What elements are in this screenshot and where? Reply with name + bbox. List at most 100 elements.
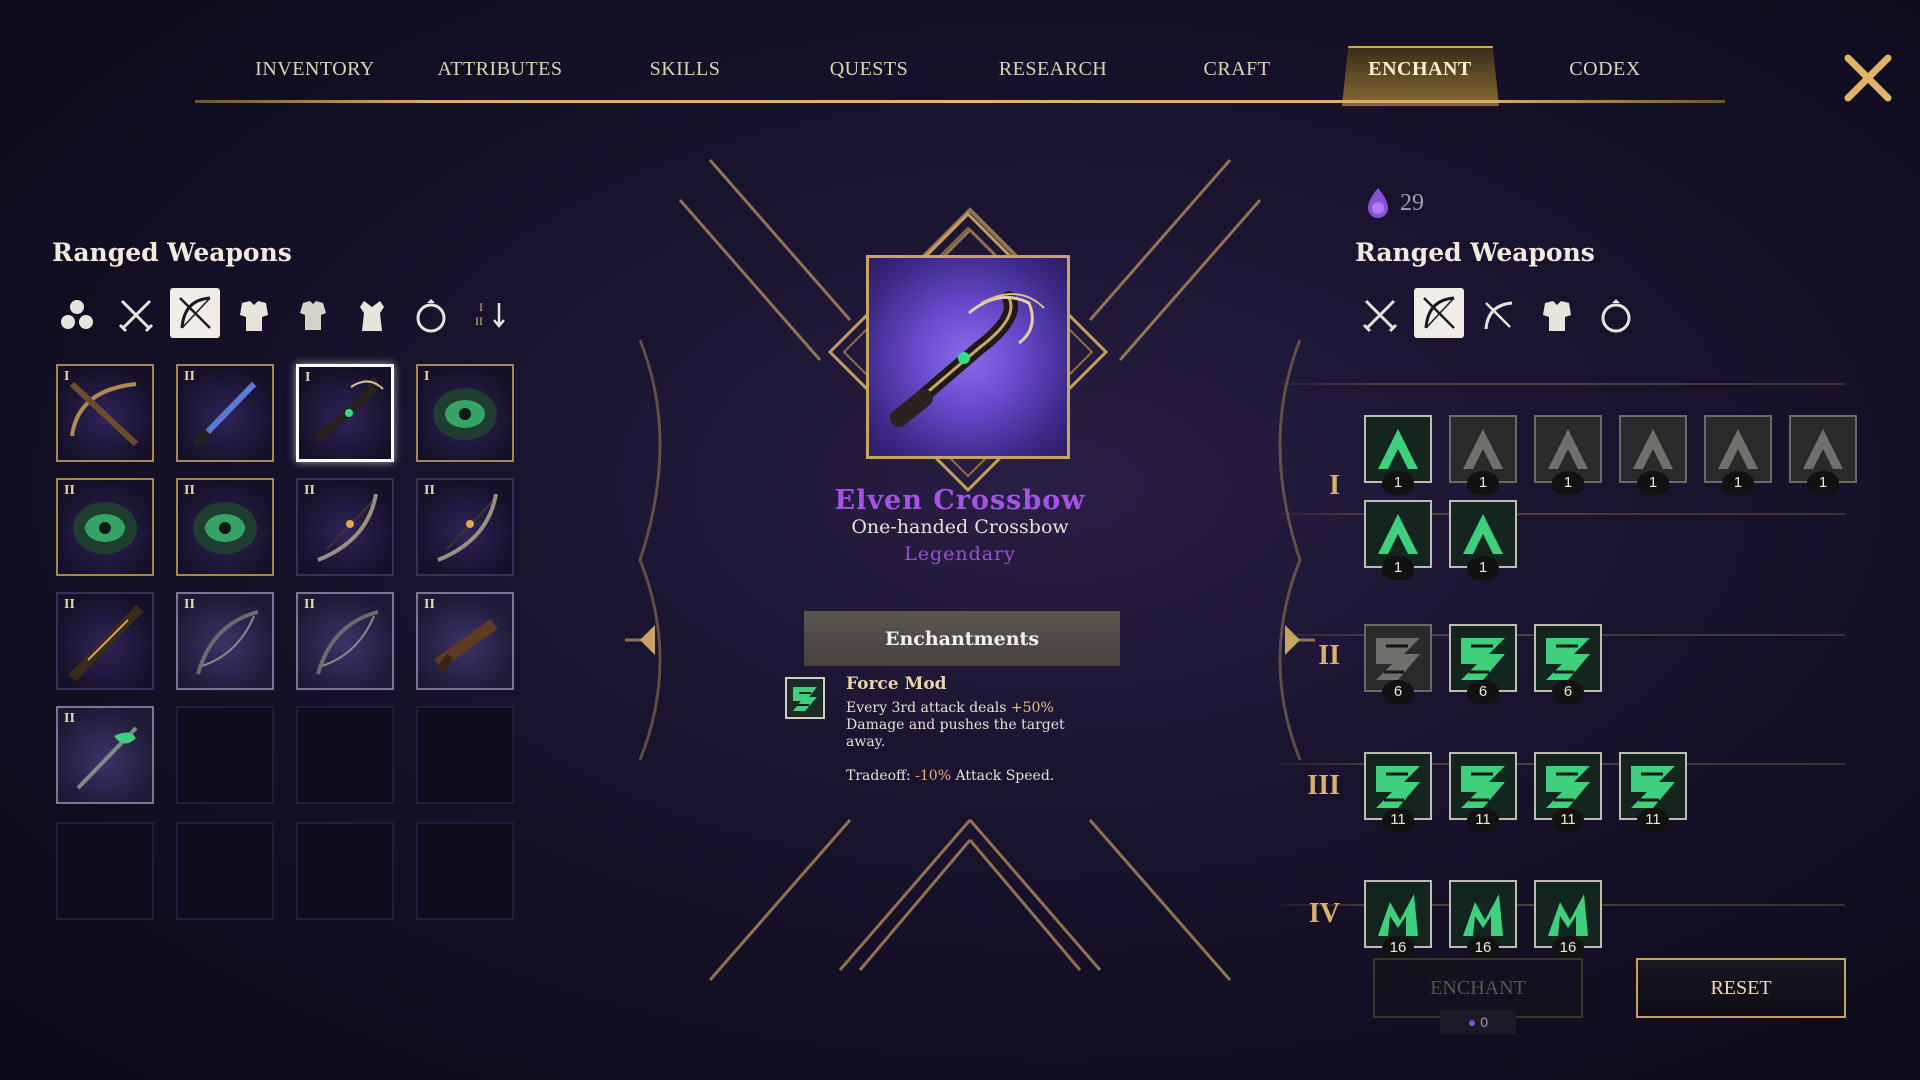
rune-cost: 16 — [1552, 936, 1584, 960]
ring-filter[interactable] — [406, 290, 456, 340]
crossbow-icon — [1484, 301, 1513, 330]
heavy-armor-icon — [1543, 301, 1571, 331]
rune-slot[interactable]: 6 — [1534, 624, 1602, 704]
inventory-slot[interactable]: I — [56, 364, 154, 462]
inventory-slot[interactable]: II — [176, 592, 274, 690]
right-melee-filter[interactable] — [1355, 290, 1405, 340]
rune-cost: 6 — [1382, 680, 1414, 704]
medium-armor-icon — [300, 301, 326, 330]
right-armor-filter[interactable] — [1532, 290, 1582, 340]
robe-icon — [360, 301, 384, 331]
force-mod-rune-icon — [785, 677, 825, 719]
enchantment-description: Every 3rd attack deals +50% Damage and p… — [846, 700, 1065, 750]
inventory-slot-empty[interactable] — [416, 706, 514, 804]
left-panel-title: Ranged Weapons — [52, 238, 292, 267]
rune-cost: 16 — [1467, 936, 1499, 960]
rune-cost: 1 — [1382, 471, 1414, 495]
rune-slot[interactable]: 16 — [1364, 880, 1432, 960]
inventory-slot[interactable]: II — [416, 478, 514, 576]
close-button[interactable] — [1842, 52, 1894, 104]
robe-filter[interactable] — [347, 290, 397, 340]
tab-craft[interactable]: CRAFT — [1162, 58, 1312, 81]
rune-slot-locked[interactable]: 1 — [1619, 415, 1687, 495]
tab-skills[interactable]: SKILLS — [610, 58, 760, 81]
right-panel-title: Ranged Weapons — [1355, 238, 1595, 267]
tier-badge: II — [64, 711, 75, 726]
tab-inventory[interactable]: INVENTORY — [240, 58, 390, 81]
helmet-icon — [418, 366, 512, 464]
inventory-slot-selected[interactable]: I — [296, 364, 394, 462]
inventory-slot[interactable]: II — [296, 478, 394, 576]
tier-label-i: I — [1329, 470, 1340, 501]
tier-badge: II — [424, 483, 435, 498]
inventory-slot-empty[interactable] — [176, 822, 274, 920]
inventory-slot-empty[interactable] — [56, 822, 154, 920]
rune-cost: 1 — [1807, 471, 1839, 495]
enchant-essence-icon — [1368, 188, 1388, 218]
right-bow-filter[interactable] — [1414, 288, 1464, 338]
rune-slot[interactable]: 11 — [1364, 752, 1432, 832]
inventory-slot[interactable]: II — [176, 364, 274, 462]
rune-cost: 6 — [1467, 680, 1499, 704]
tab-attributes[interactable]: ATTRIBUTES — [425, 58, 575, 81]
rune-slot[interactable]: 1 — [1364, 500, 1432, 580]
sort-tier-button[interactable]: I II — [466, 290, 516, 340]
item-name: Elven Crossbow — [834, 485, 1086, 516]
rune-cost: 11 — [1552, 808, 1584, 832]
rune-slot[interactable]: 11 — [1534, 752, 1602, 832]
tab-codex[interactable]: CODEX — [1530, 58, 1680, 81]
tab-quests[interactable]: QUESTS — [794, 58, 944, 81]
rune-slot[interactable]: 16 — [1534, 880, 1602, 960]
ring-icon — [416, 299, 446, 333]
nav-divider — [195, 100, 1725, 103]
tab-enchant[interactable]: ENCHANT — [1345, 58, 1495, 81]
rune-slot[interactable]: 1 — [1364, 415, 1432, 495]
inventory-slot-empty[interactable] — [176, 706, 274, 804]
tier-label-iv: IV — [1308, 898, 1340, 929]
crossbow-icon — [890, 291, 1045, 427]
item-type: One-handed Crossbow — [851, 516, 1069, 538]
melee-filter[interactable] — [111, 290, 161, 340]
inventory-slot[interactable]: II — [416, 592, 514, 690]
ring-icon — [1601, 299, 1631, 333]
rune-cost: 11 — [1382, 808, 1414, 832]
rune-slot-locked[interactable]: 1 — [1704, 415, 1772, 495]
rune-slot[interactable]: 11 — [1449, 752, 1517, 832]
tier-badge: II — [304, 597, 315, 612]
reset-button[interactable]: RESET — [1636, 958, 1846, 1018]
enchant-button[interactable]: ENCHANT — [1373, 958, 1583, 1018]
tier-badge: II — [64, 483, 75, 498]
rune-slot[interactable]: 1 — [1449, 500, 1517, 580]
inventory-slot[interactable]: II — [56, 706, 154, 804]
inventory-slot[interactable]: II — [56, 478, 154, 576]
close-icon — [1844, 54, 1892, 102]
all-items-filter[interactable] — [52, 290, 102, 340]
rune-slot-locked[interactable]: 6 — [1364, 624, 1432, 704]
tier-badge: II — [424, 597, 435, 612]
rune-slot-locked[interactable]: 1 — [1789, 415, 1857, 495]
rune-cost: 1 — [1467, 471, 1499, 495]
heavy-armor-filter[interactable] — [229, 290, 279, 340]
inventory-slot[interactable]: II — [176, 478, 274, 576]
inventory-slot[interactable]: II — [296, 592, 394, 690]
tier-label-ii: II — [1318, 640, 1340, 671]
bow-icon — [179, 296, 211, 329]
rune-cost: 11 — [1467, 808, 1499, 832]
rune-slot[interactable]: 6 — [1449, 624, 1517, 704]
inventory-slot-empty[interactable] — [416, 822, 514, 920]
rune-slot[interactable]: 16 — [1449, 880, 1517, 960]
ranged-filter[interactable] — [170, 288, 220, 338]
inventory-slot[interactable]: II — [56, 592, 154, 690]
rune-slot-locked[interactable]: 1 — [1534, 415, 1602, 495]
inventory-slot-empty[interactable] — [296, 822, 394, 920]
rune-slot-locked[interactable]: 1 — [1449, 415, 1517, 495]
inventory-slot[interactable]: I — [416, 364, 514, 462]
right-crossbow-filter[interactable] — [1473, 290, 1523, 340]
inventory-slot-empty[interactable] — [296, 706, 394, 804]
tab-research[interactable]: RESEARCH — [978, 58, 1128, 81]
medium-armor-filter[interactable] — [288, 290, 338, 340]
item-rarity: Legendary — [904, 543, 1016, 565]
rune-cost: 1 — [1382, 556, 1414, 580]
right-ring-filter[interactable] — [1591, 290, 1641, 340]
rune-slot[interactable]: 11 — [1619, 752, 1687, 832]
